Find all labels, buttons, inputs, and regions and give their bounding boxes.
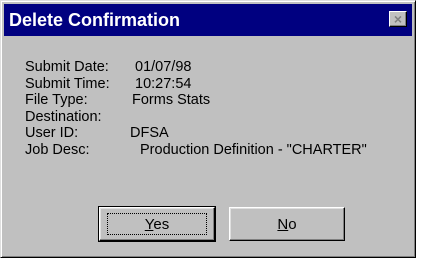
delete-confirmation-dialog: Delete Confirmation × Submit Date: 01/07…	[0, 0, 416, 258]
submit-time-label: Submit Time:	[25, 75, 110, 92]
info-row-destination: Destination:	[25, 109, 367, 126]
user-id-label: User ID:	[25, 125, 79, 141]
dialog-title: Delete Confirmation	[9, 10, 181, 30]
file-type-label: File Type:	[25, 92, 88, 108]
submit-time-value: 10:27:54	[135, 75, 192, 92]
destination-label: Destination:	[25, 108, 102, 125]
info-row-user-id: User ID: DFSA	[25, 125, 367, 142]
no-button-label: No	[277, 215, 297, 233]
no-button[interactable]: No	[229, 207, 345, 241]
submit-date-value: 01/07/98	[135, 59, 192, 75]
info-row-submit-time: Submit Time: 10:27:54	[25, 76, 367, 93]
yes-button[interactable]: Yes	[98, 206, 216, 242]
user-id-value: DFSA	[130, 125, 169, 141]
close-button[interactable]: ×	[389, 11, 407, 27]
job-info: Submit Date: 01/07/98 Submit Time: 10:27…	[25, 59, 367, 158]
close-icon: ×	[393, 11, 403, 27]
info-row-file-type: File Type: Forms Stats	[25, 92, 367, 109]
info-row-job-desc: Job Desc: Production Definition - "CHART…	[25, 142, 367, 159]
info-row-submit-date: Submit Date: 01/07/98	[25, 59, 367, 76]
focus-rect	[107, 213, 207, 235]
submit-date-label: Submit Date:	[25, 59, 109, 75]
job-desc-label: Job Desc:	[25, 141, 90, 158]
title-bar[interactable]: Delete Confirmation ×	[4, 4, 412, 36]
job-desc-value: Production Definition - "CHARTER"	[140, 141, 367, 158]
file-type-value: Forms Stats	[132, 92, 211, 108]
